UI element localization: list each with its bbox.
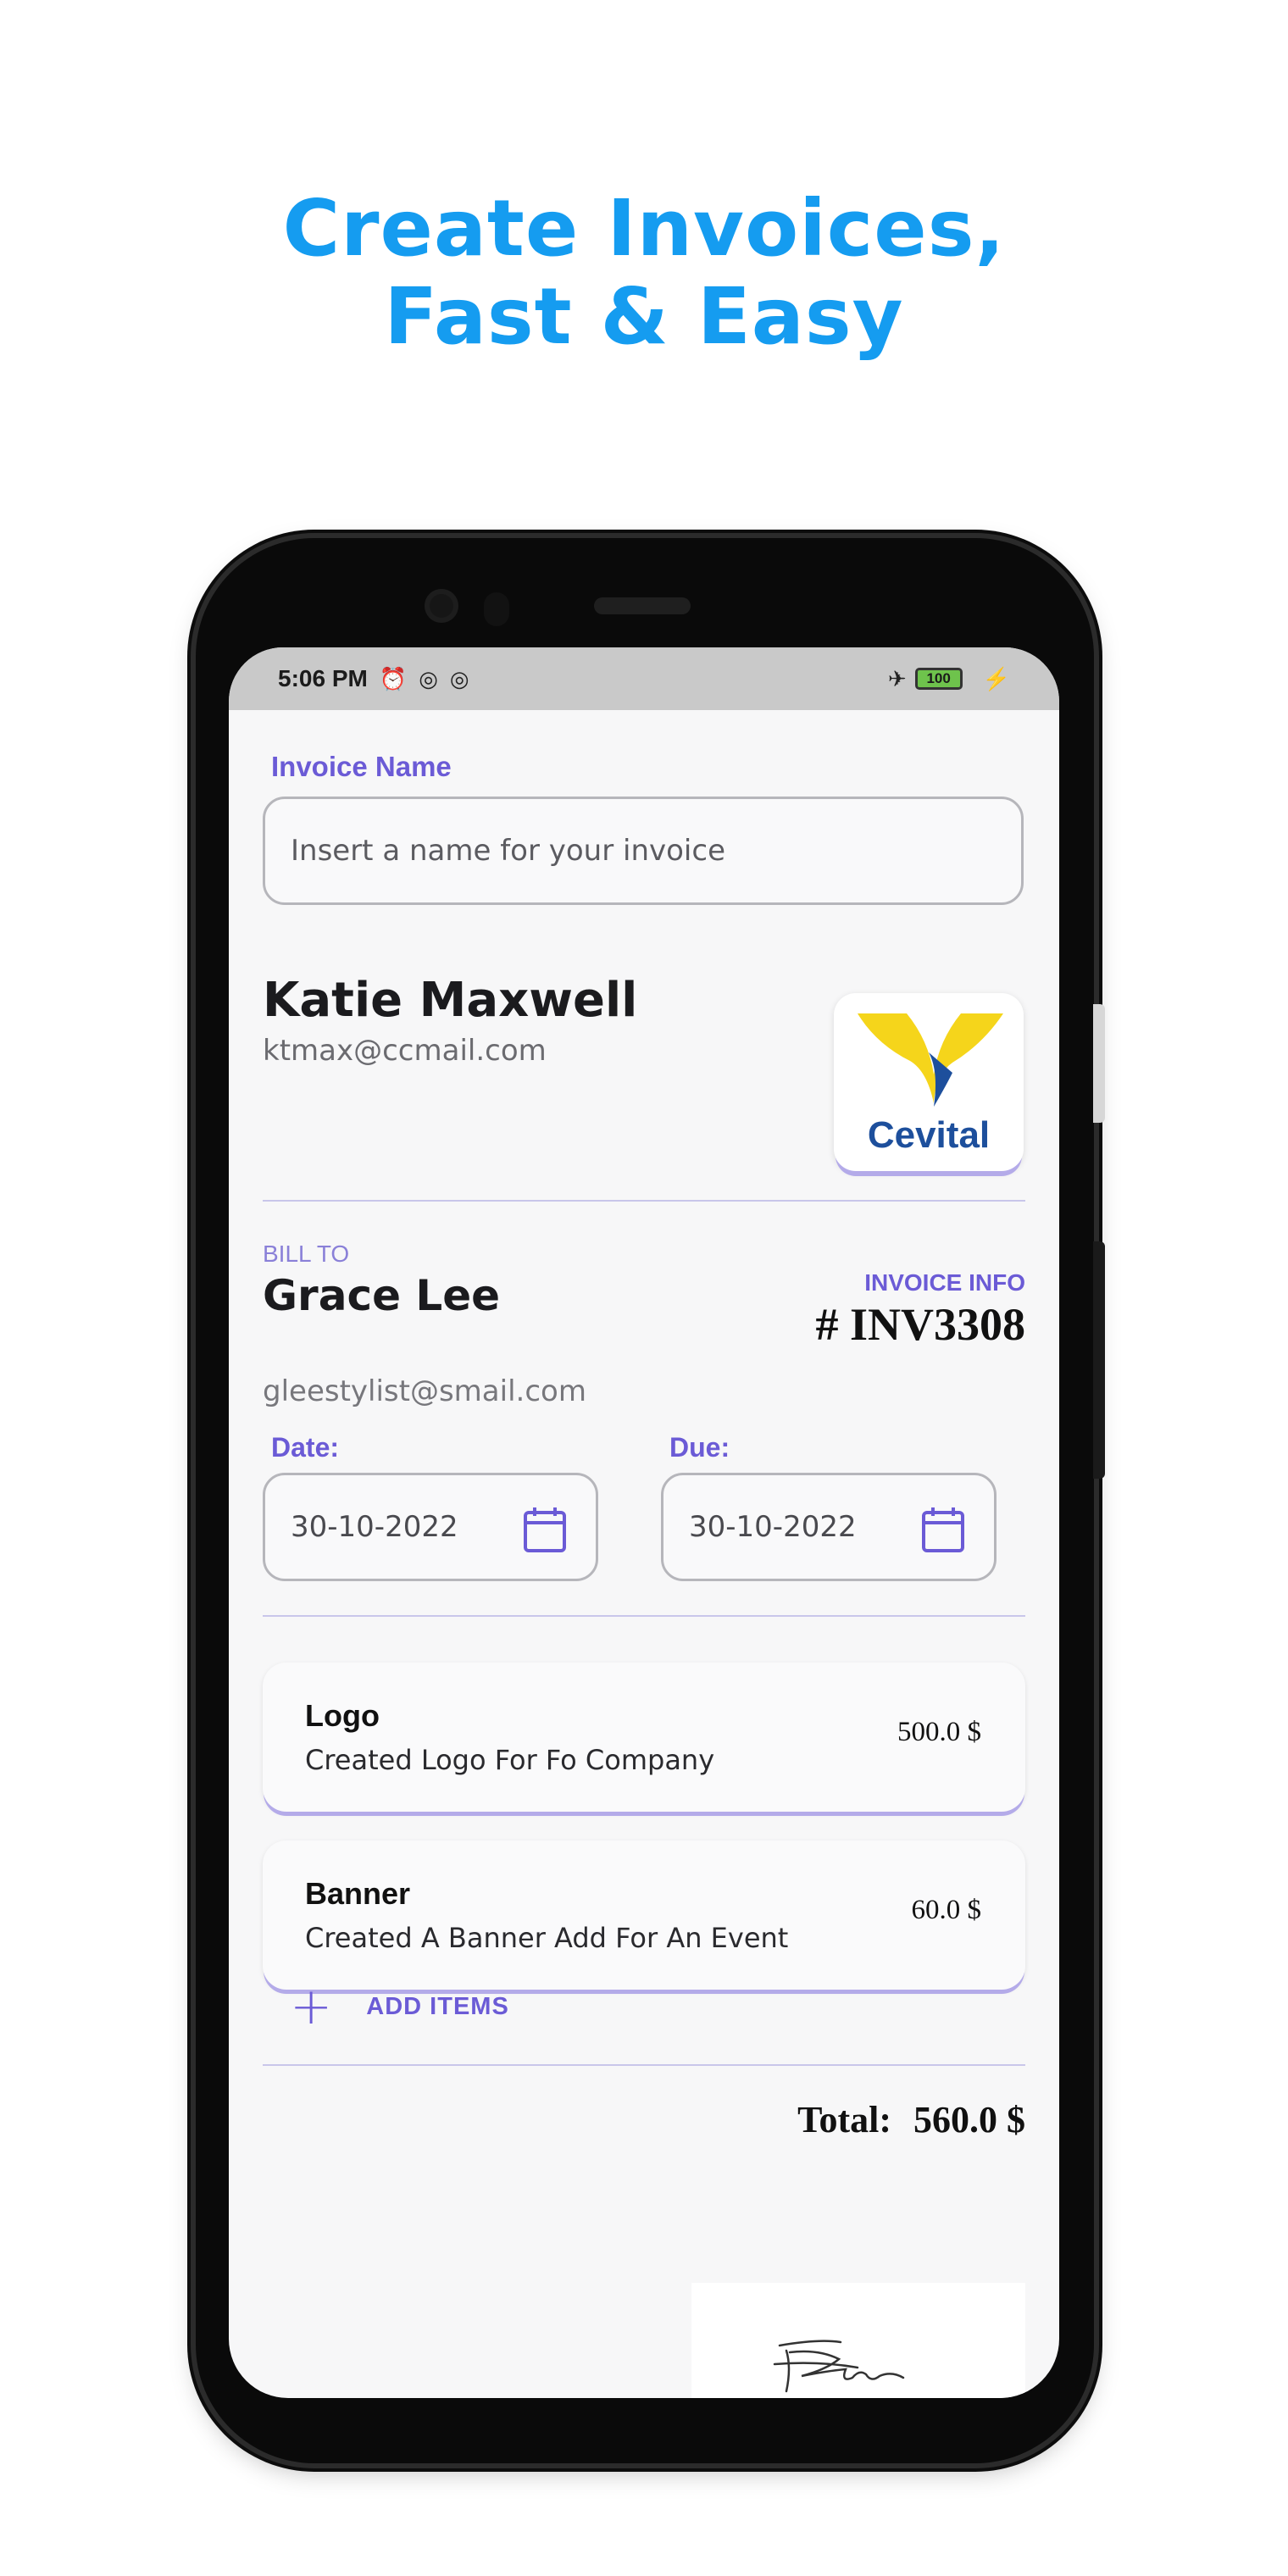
client-name: Grace Lee (263, 1271, 501, 1320)
headline-line-1: Create Invoices, (282, 183, 1006, 274)
phone-screen: 5:06 PM ⏰ ◎ ◎ ✈ 100 ⚡ Invoice Name Inser… (229, 647, 1059, 2398)
list-item[interactable]: Logo Created Logo For Fo Company 500.0 $ (263, 1663, 1025, 1812)
total-label: Total: (797, 2099, 891, 2140)
invoice-info-label: INVOICE INFO (864, 1269, 1025, 1296)
item-title: Banner (305, 1876, 411, 1911)
svg-text:Cevital: Cevital (868, 1114, 990, 1156)
earpiece-speaker (594, 597, 691, 614)
section-divider (263, 1200, 1025, 1202)
item-price: 60.0 $ (911, 1895, 982, 1925)
client-email: gleestylist@smail.com (263, 1374, 586, 1408)
camera-icon (425, 589, 458, 623)
headline-line-2: Fast & Easy (384, 271, 904, 362)
total-value: 560.0 $ (913, 2099, 1025, 2140)
charging-icon: ⚡ (982, 665, 1010, 691)
invoice-name-input[interactable]: Insert a name for your invoice (263, 797, 1024, 905)
company-logo[interactable]: Cevital (834, 993, 1024, 1171)
promo-headline: Create Invoices, Fast & Easy (0, 185, 1288, 361)
alarm-icon: ⏰ (379, 665, 408, 691)
bill-to-label: BILL TO (263, 1241, 350, 1267)
due-date-value: 30-10-2022 (689, 1510, 857, 1544)
plus-icon: + (290, 1977, 333, 2036)
list-item[interactable]: Banner Created A Banner Add For An Event… (263, 1840, 1025, 1990)
item-title: Logo (305, 1698, 380, 1733)
date-label: Date: (271, 1432, 340, 1463)
airplane-icon: ✈ (887, 665, 907, 691)
sync-icon-2: ◎ (449, 665, 469, 691)
signature-box[interactable] (691, 2283, 1025, 2398)
date-field[interactable]: 30-10-2022 (263, 1473, 598, 1581)
add-items-button[interactable]: + ADD ITEMS (290, 1977, 509, 2036)
sender-email: ktmax@ccmail.com (263, 1034, 547, 1068)
item-description: Created Logo For Fo Company (305, 1744, 715, 1776)
section-divider (263, 2064, 1025, 2066)
due-label: Due: (669, 1432, 730, 1463)
add-items-label: ADD ITEMS (366, 1992, 509, 2020)
cevital-logo-icon: Cevital (858, 1013, 1003, 1156)
sender-name: Katie Maxwell (263, 973, 638, 1028)
invoice-form: Invoice Name Insert a name for your invo… (229, 710, 1059, 2398)
date-value: 30-10-2022 (291, 1510, 458, 1544)
sync-icon: ◎ (419, 665, 438, 691)
item-price: 500.0 $ (897, 1717, 981, 1747)
sensor (484, 592, 509, 626)
calendar-icon[interactable] (523, 1506, 567, 1561)
status-bar: 5:06 PM ⏰ ◎ ◎ ✈ 100 ⚡ (229, 647, 1059, 710)
calendar-icon[interactable] (921, 1506, 965, 1561)
battery-icon: 100 (914, 668, 963, 690)
invoice-total: Total: 560.0 $ (797, 2098, 1025, 2141)
item-description: Created A Banner Add For An Event (305, 1922, 789, 1954)
invoice-number: # INV3308 (815, 1299, 1025, 1350)
status-time: 5:06 PM (278, 665, 368, 691)
due-date-field[interactable]: 30-10-2022 (661, 1473, 997, 1581)
power-button (1093, 1241, 1105, 1479)
volume-button (1093, 1004, 1105, 1123)
section-divider (263, 1615, 1025, 1617)
invoice-name-label: Invoice Name (271, 751, 452, 782)
signature-image (773, 2340, 905, 2393)
